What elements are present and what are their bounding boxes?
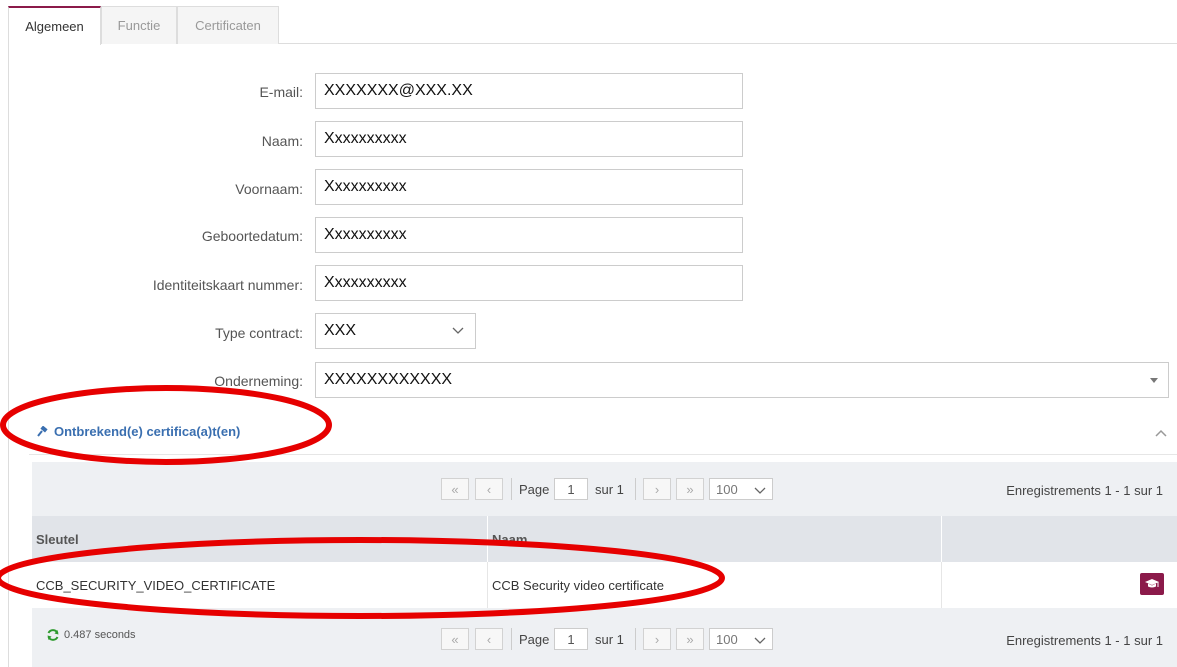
graduation-cap-icon: [1145, 579, 1159, 588]
identiteitskaart-field[interactable]: Xxxxxxxxxx: [315, 265, 743, 301]
pager-bottom: 0.487 seconds « ‹ Page 1 sur 1 › » 100 E…: [32, 608, 1177, 667]
geboortedatum-field[interactable]: Xxxxxxxxxx: [315, 217, 743, 253]
page-size-select[interactable]: 100: [709, 478, 773, 500]
cell-sleutel: CCB_SECURITY_VIDEO_CERTIFICATE: [32, 562, 488, 608]
refresh-icon[interactable]: [46, 628, 60, 642]
type-contract-select[interactable]: XXX: [315, 313, 476, 349]
pager-divider: [511, 628, 512, 650]
geboortedatum-label: Geboortedatum:: [201, 228, 303, 244]
first-page-button[interactable]: «: [441, 628, 469, 650]
graduation-cap-button[interactable]: [1140, 573, 1164, 595]
chevron-down-icon: [754, 637, 766, 644]
onderneming-value: XXXXXXXXXXXX: [324, 371, 453, 388]
page-input[interactable]: 1: [554, 478, 588, 500]
tab-certificaten[interactable]: Certificaten: [177, 6, 279, 44]
chevron-down-icon: [754, 487, 766, 494]
timing-info: 0.487 seconds: [46, 628, 136, 642]
certificates-grid: « ‹ Page 1 sur 1 › » 100 Enregistrements…: [32, 462, 1177, 667]
grid-header: Sleutel Naam: [32, 516, 1177, 562]
page-label: Page: [519, 632, 550, 647]
caret-down-icon: [1150, 378, 1158, 383]
email-field[interactable]: XXXXXXX@XXX.XX: [315, 73, 743, 109]
page-size-value: 100: [716, 481, 738, 497]
page-count: sur 1: [595, 482, 624, 497]
voornaam-label: Voornaam:: [235, 181, 303, 197]
pager-divider: [511, 478, 512, 500]
pager-top: « ‹ Page 1 sur 1 › » 100 Enregistrements…: [32, 462, 1177, 516]
table-row[interactable]: CCB_SECURITY_VIDEO_CERTIFICATE CCB Secur…: [32, 562, 1177, 608]
chevron-up-icon[interactable]: [1154, 428, 1168, 438]
prev-page-button[interactable]: ‹: [475, 478, 503, 500]
missing-certificates-title: Ontbrekend(e) certifica(a)t(en): [54, 424, 241, 439]
last-page-button[interactable]: »: [676, 628, 704, 650]
email-label: E-mail:: [259, 84, 303, 100]
first-page-button[interactable]: «: [441, 478, 469, 500]
missing-certificates-toggle[interactable]: Ontbrekend(e) certifica(a)t(en): [37, 424, 240, 439]
voornaam-field[interactable]: Xxxxxxxxxx: [315, 169, 743, 205]
tab-functie[interactable]: Functie: [101, 6, 177, 44]
naam-label: Naam:: [261, 133, 303, 149]
next-page-button[interactable]: ›: [643, 628, 671, 650]
column-header-sleutel[interactable]: Sleutel: [32, 516, 488, 562]
column-header-naam[interactable]: Naam: [488, 516, 942, 562]
type-contract-value: XXX: [324, 322, 357, 339]
last-page-button[interactable]: »: [676, 478, 704, 500]
page-label: Page: [519, 482, 550, 497]
pager-divider: [635, 628, 636, 650]
section-divider: [29, 454, 1177, 455]
tab-algemeen[interactable]: Algemeen: [8, 6, 101, 45]
cell-naam: CCB Security video certificate: [488, 562, 942, 608]
timing-text: 0.487 seconds: [64, 629, 136, 641]
identiteitskaart-label: Identiteitskaart nummer:: [152, 277, 303, 293]
chevron-down-icon: [452, 327, 464, 334]
page-input[interactable]: 1: [554, 628, 588, 650]
naam-field[interactable]: Xxxxxxxxxx: [315, 121, 743, 157]
column-header-actions: [942, 516, 1177, 562]
tab-bar: Algemeen Functie Certificaten: [8, 6, 1177, 45]
pager-divider: [635, 478, 636, 500]
onderneming-select[interactable]: XXXXXXXXXXXX: [315, 362, 1169, 398]
records-count: Enregistrements 1 - 1 sur 1: [1006, 633, 1163, 648]
records-count: Enregistrements 1 - 1 sur 1: [1006, 483, 1163, 498]
gavel-icon: [37, 425, 48, 437]
type-contract-label: Type contract:: [215, 325, 303, 341]
next-page-button[interactable]: ›: [643, 478, 671, 500]
page-count: sur 1: [595, 632, 624, 647]
page-size-value: 100: [716, 631, 738, 647]
onderneming-label: Onderneming:: [214, 373, 303, 389]
prev-page-button[interactable]: ‹: [475, 628, 503, 650]
page-size-select[interactable]: 100: [709, 628, 773, 650]
